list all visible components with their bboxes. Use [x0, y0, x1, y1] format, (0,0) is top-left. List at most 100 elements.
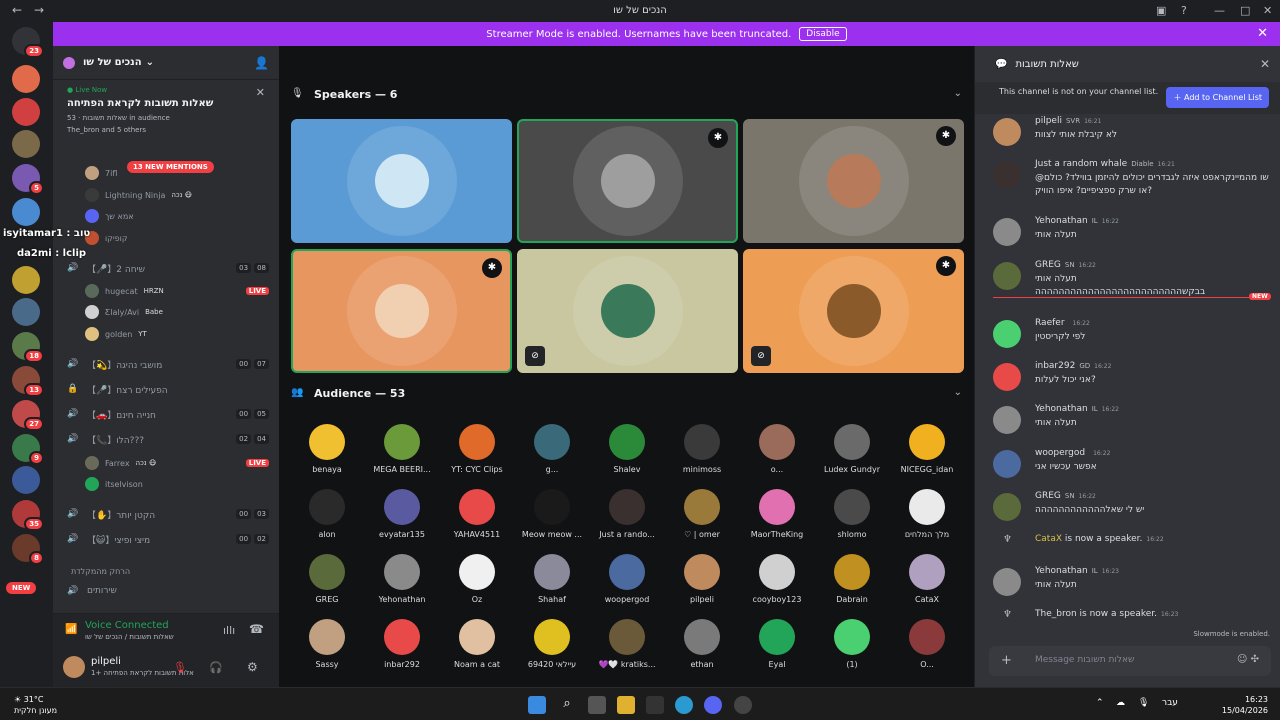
voice-user[interactable]: Ƹlaly/Avi Babe [85, 303, 269, 321]
speaker-tile[interactable]: ✱ [743, 119, 964, 243]
minimize-icon[interactable]: — [1214, 4, 1225, 17]
server-icon[interactable]: 9 [12, 434, 44, 465]
voice-user[interactable]: Lightning Ninja נכה 😷 [85, 186, 269, 204]
voice-user[interactable]: Farrex נכה 😷 LIVE [85, 454, 269, 472]
audience-member[interactable]: benaya [292, 424, 362, 474]
system-clock[interactable]: 16:23 15/04/2026 [1222, 694, 1268, 716]
server-icon[interactable]: 8 [12, 534, 44, 565]
audience-member[interactable]: YT: CYC Clips [442, 424, 512, 474]
audience-member[interactable]: Just a rando... [592, 489, 662, 539]
language-indicator[interactable]: עבר [1162, 698, 1178, 708]
audience-member[interactable]: MEGA BEERI... [367, 424, 437, 474]
start-menu-icon[interactable] [528, 696, 546, 714]
file-explorer-icon[interactable] [617, 696, 635, 714]
audience-member[interactable]: ♡ | omer [667, 489, 737, 539]
mic-tray-icon[interactable]: 🎙 [1138, 698, 1149, 708]
audience-member[interactable]: Meow meow ... [517, 489, 587, 539]
audience-member[interactable]: Noam a cat [442, 619, 512, 669]
audience-member[interactable]: 69420 עיילאי [517, 619, 587, 669]
audience-member[interactable]: pilpeli [667, 554, 737, 604]
voice-user[interactable]: itselvison [85, 475, 269, 493]
message-author[interactable]: inbar292 [1035, 361, 1075, 371]
emoji-icon[interactable]: ☺ ✣ [1237, 654, 1259, 665]
audience-member[interactable]: Shahaf [517, 554, 587, 604]
voice-channel[interactable]: 🔊 【😺】מיצי ופיצי 00 02 [67, 530, 269, 548]
system-user[interactable]: The_bron [1035, 609, 1077, 619]
soundboard-icon[interactable]: ıllı [223, 624, 235, 637]
close-icon[interactable]: ✕ [1260, 57, 1270, 71]
server-icon[interactable]: 18 [12, 332, 44, 363]
audience-member[interactable]: alon [292, 489, 362, 539]
voice-user[interactable]: אמא שך [85, 207, 269, 225]
voice-channel-path[interactable]: שאלות תשובות / הנכים של שו [85, 633, 174, 641]
audience-member[interactable]: Dabrain [817, 554, 887, 604]
audience-member[interactable]: 💜🤍 kratiks... [592, 619, 662, 669]
new-unreads-pill[interactable]: NEW [6, 582, 37, 594]
server-icon[interactable] [12, 65, 40, 93]
audience-member[interactable]: o... [742, 424, 812, 474]
server-icon[interactable]: 27 [12, 400, 44, 431]
message-author[interactable]: Yehonathan [1035, 566, 1088, 576]
server-icon[interactable] [12, 466, 40, 494]
new-mentions-pill[interactable]: 13 NEW MENTIONS [127, 161, 214, 173]
add-user-icon[interactable]: 👤 [254, 56, 269, 70]
server-icon[interactable]: 35 [12, 500, 44, 531]
discord-app-icon[interactable] [704, 696, 722, 714]
audience-member[interactable]: cooyboy123 [742, 554, 812, 604]
audience-member[interactable]: CataX [892, 554, 962, 604]
search-icon[interactable]: ⌕ [558, 696, 576, 714]
app-icon[interactable] [734, 696, 752, 714]
maximize-icon[interactable]: □ [1240, 4, 1250, 17]
message-author[interactable]: Yehonathan [1035, 404, 1088, 414]
message-author[interactable]: Raefer [1035, 318, 1065, 328]
close-window-icon[interactable]: ✕ [1263, 4, 1272, 17]
disable-streamer-button[interactable]: Disable [799, 27, 847, 41]
voice-channel[interactable]: 🔊 שירותים [67, 582, 269, 600]
dismiss-icon[interactable]: ✕ [256, 86, 265, 99]
chevron-down-icon[interactable]: ⌄ [954, 88, 962, 99]
audience-member[interactable]: O... [892, 619, 962, 669]
voice-channel[interactable]: 🔊 【💫】מושבי נהיגה 00 07 [67, 355, 269, 373]
audience-member[interactable]: Ludex Gundyr [817, 424, 887, 474]
voice-user[interactable]: קופיקו [85, 229, 269, 247]
close-icon[interactable]: ✕ [1257, 26, 1268, 41]
voice-user[interactable]: hugecat HRZN LIVE [85, 282, 269, 300]
audience-member[interactable]: g... [517, 424, 587, 474]
message-author[interactable]: woopergod [1035, 448, 1085, 458]
audience-member[interactable]: Yehonathan [367, 554, 437, 604]
weather-widget[interactable]: ☀ 31°C מעונן חלקית [14, 694, 57, 716]
audience-member[interactable]: ethan [667, 619, 737, 669]
add-to-channel-list-button[interactable]: ＋ Add to Channel List [1166, 87, 1269, 108]
inbox-icon[interactable]: ▣ [1156, 4, 1166, 17]
message-composer[interactable]: + Message שאלות תשובות ☺ ✣ [989, 646, 1271, 676]
speaker-tile[interactable] [291, 119, 512, 243]
voice-channel[interactable]: 🔒 【🎤】הפעילים רצח [67, 380, 269, 398]
audience-member[interactable]: inbar292 [367, 619, 437, 669]
task-view-icon[interactable] [588, 696, 606, 714]
mute-mic-icon[interactable]: 🎙 [173, 661, 187, 674]
upload-plus-icon[interactable]: + [1001, 653, 1012, 668]
audience-member[interactable]: Shalev [592, 424, 662, 474]
live-stage-card[interactable]: ● Live Now שאלות תשובות לקראת הפתיחה שאל… [53, 80, 279, 140]
audience-member[interactable]: MaorTheKing [742, 489, 812, 539]
voice-channel[interactable]: 🔊 【🎤】שיחה 2 03 08 [67, 259, 269, 277]
voice-user[interactable]: golden YT [85, 325, 269, 343]
voice-channel[interactable]: 🔊 【🚗】חנייה חינם 00 05 [67, 405, 269, 423]
server-icon[interactable] [12, 266, 40, 294]
audience-member[interactable]: shlomo [817, 489, 887, 539]
audience-member[interactable]: minimoss [667, 424, 737, 474]
server-icon[interactable] [12, 98, 40, 126]
audience-member[interactable]: (1) [817, 619, 887, 669]
speaker-tile[interactable]: ✱ ⊘ [743, 249, 964, 373]
avatar[interactable] [63, 656, 85, 678]
server-icon[interactable]: 5 [12, 164, 44, 195]
audience-member[interactable]: Eyal [742, 619, 812, 669]
server-header[interactable]: הנכים של שו ⌄ 👤 [53, 46, 279, 80]
audience-member[interactable]: YAHAV4511 [442, 489, 512, 539]
message-input[interactable]: Message שאלות תשובות [1035, 655, 1134, 665]
tray-chevron-icon[interactable]: ⌃ [1096, 698, 1104, 708]
server-icon[interactable]: 13 [12, 366, 44, 397]
message-author[interactable]: Yehonathan [1035, 216, 1088, 226]
settings-gear-icon[interactable]: ⚙ [247, 660, 258, 674]
home-discord-icon[interactable]: 23 [12, 27, 44, 58]
